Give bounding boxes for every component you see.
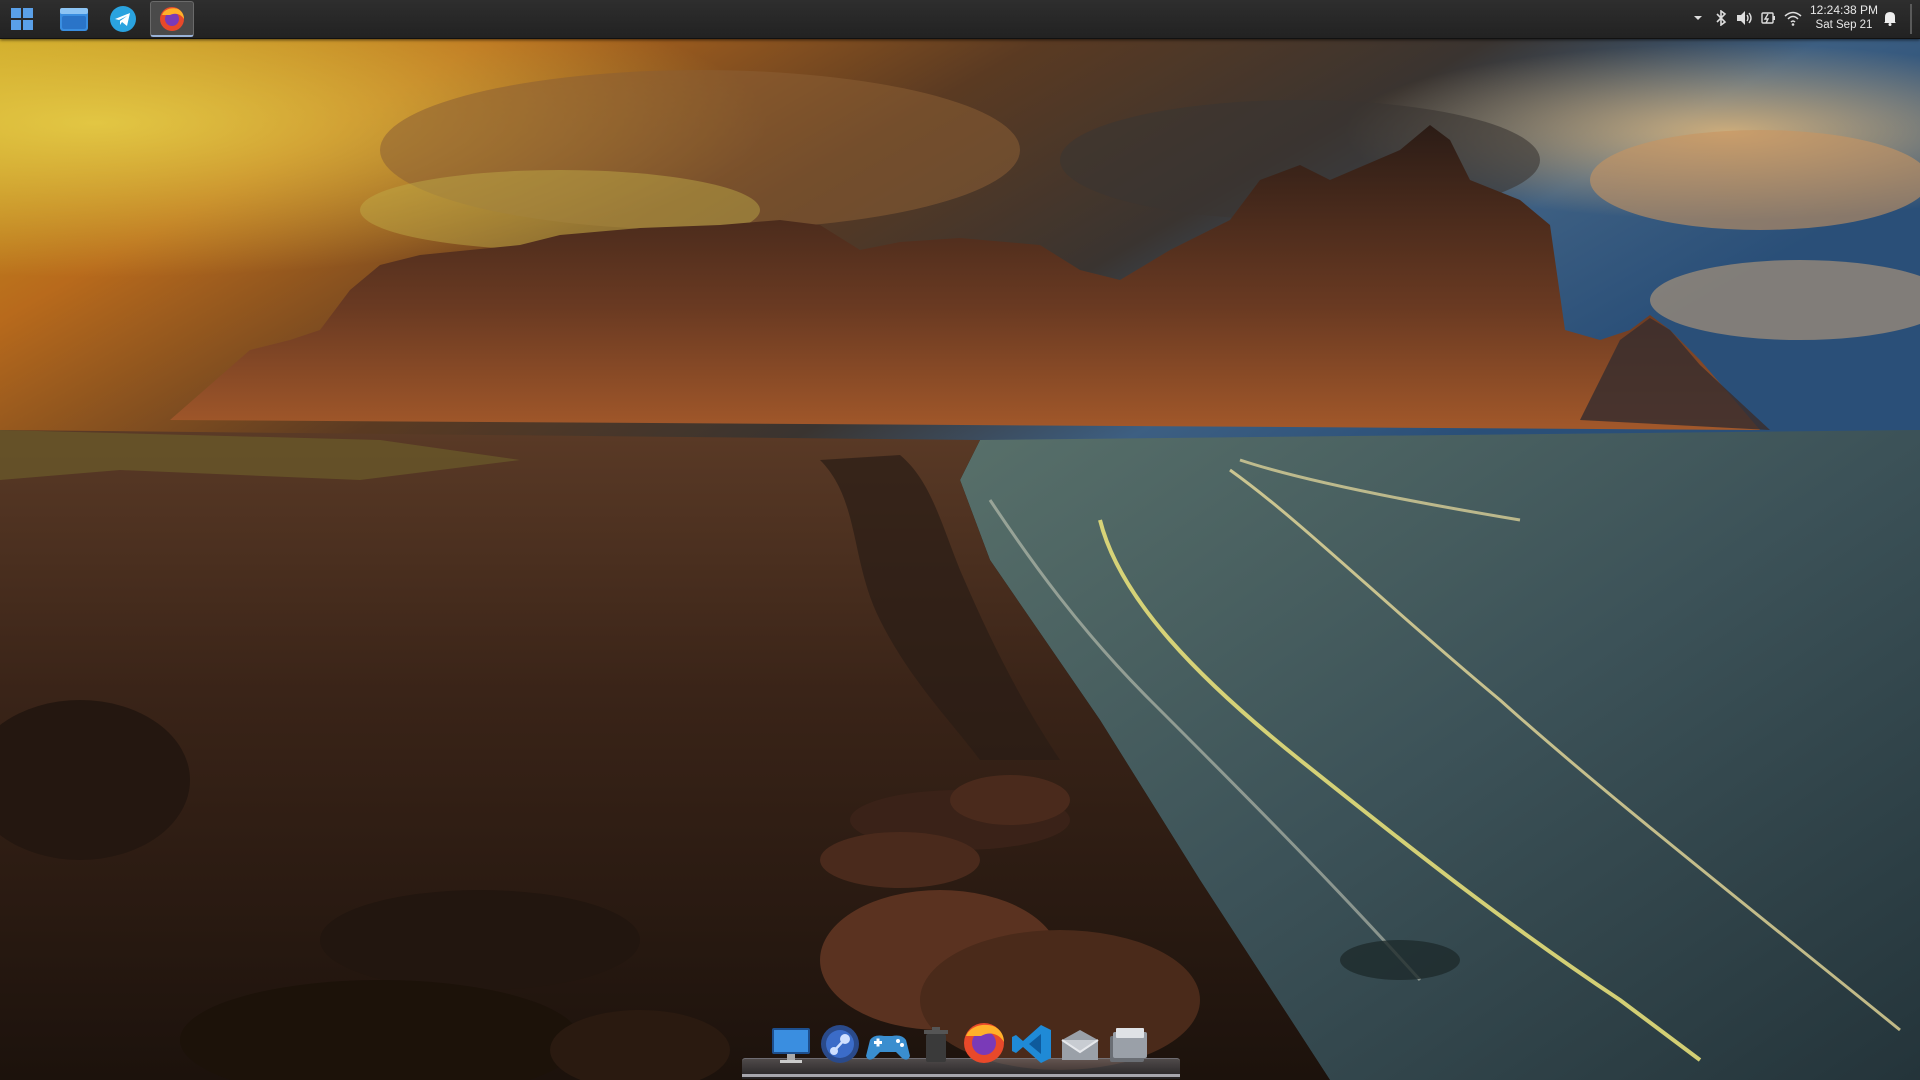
dock-steam[interactable] [815,1014,865,1066]
tray-expand-icon [1694,16,1702,20]
dock-trash[interactable] [911,1014,961,1066]
firefox-icon [160,6,184,31]
power-tray[interactable] [1759,8,1779,28]
vscode-icon [1012,1025,1051,1063]
gamepad-icon [866,1035,910,1060]
firefox-icon [964,1023,1004,1063]
dock-games[interactable] [863,1014,913,1066]
file-manager-launcher[interactable] [52,1,96,37]
steam-icon [821,1025,859,1063]
dock-vscode[interactable] [1007,1014,1057,1066]
notification-bell-icon [1884,12,1896,26]
tray-expand-button[interactable] [1688,8,1708,28]
firefox-launcher[interactable] [150,1,194,37]
dock-shelf-reflection [742,1074,1180,1077]
file-stack-icon [1110,1028,1147,1062]
trash-icon [924,1027,948,1062]
telegram-launcher[interactable] [101,1,145,37]
telegram-icon [110,6,136,32]
bluetooth-icon [1716,10,1727,26]
dock-firefox[interactable] [959,1014,1009,1066]
clock[interactable]: 12:24:38 PM Sat Sep 21 [1798,3,1890,33]
desktop-wallpaper [0,0,1920,1080]
bluetooth-tray[interactable] [1711,8,1731,28]
panel-end-handle[interactable] [1910,4,1912,34]
folder-icon [60,8,88,31]
start-menu-button[interactable] [0,1,44,37]
dock-mail[interactable] [1055,1014,1105,1066]
volume-tray[interactable] [1735,8,1755,28]
volume-icon [1737,11,1752,25]
monitor-icon [772,1028,810,1063]
windows-icon [11,8,33,30]
notifications-button[interactable] [1880,8,1900,28]
mail-icon [1061,1030,1099,1060]
clock-date: Sat Sep 21 [1815,19,1873,31]
power-icon [1761,12,1775,24]
top-panel: 12:24:38 PM Sat Sep 21 [0,0,1920,39]
dock-desktop[interactable] [767,1014,817,1066]
clock-time: 12:24:38 PM [1809,3,1879,17]
dock-files[interactable] [1103,1014,1153,1066]
